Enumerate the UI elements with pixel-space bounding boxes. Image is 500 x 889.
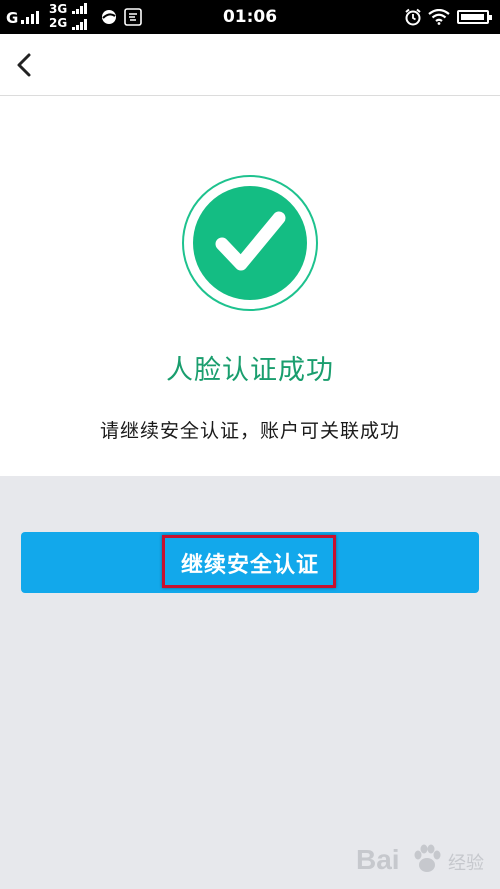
success-title: 人脸认证成功 xyxy=(166,355,334,386)
paw-icon xyxy=(414,844,441,872)
back-button[interactable] xyxy=(10,50,38,80)
baidu-jingyan-watermark: Bai 经验 xyxy=(344,836,496,884)
result-panel: 人脸认证成功 请继续安全认证，账户可关联成功 xyxy=(0,96,500,476)
alarm-icon xyxy=(405,8,421,26)
battery-icon xyxy=(457,10,492,24)
watermark-brand-cn: 经验 xyxy=(448,853,484,874)
chevron-left-icon xyxy=(17,53,31,77)
status-time: 01:06 xyxy=(222,7,278,27)
wifi-icon xyxy=(428,9,450,25)
watermark-brand: Bai xyxy=(356,844,400,875)
navigation-header xyxy=(0,34,500,96)
checkmark-icon xyxy=(215,211,286,271)
check-circle-icon xyxy=(193,186,307,300)
success-subtitle: 请继续安全认证，账户可关联成功 xyxy=(99,420,400,442)
continue-security-verification-button[interactable]: 继续安全认证 xyxy=(21,532,479,593)
status-bar: G 3G 2G 01:06 xyxy=(0,0,500,34)
button-label: 继续安全认证 xyxy=(180,553,319,578)
